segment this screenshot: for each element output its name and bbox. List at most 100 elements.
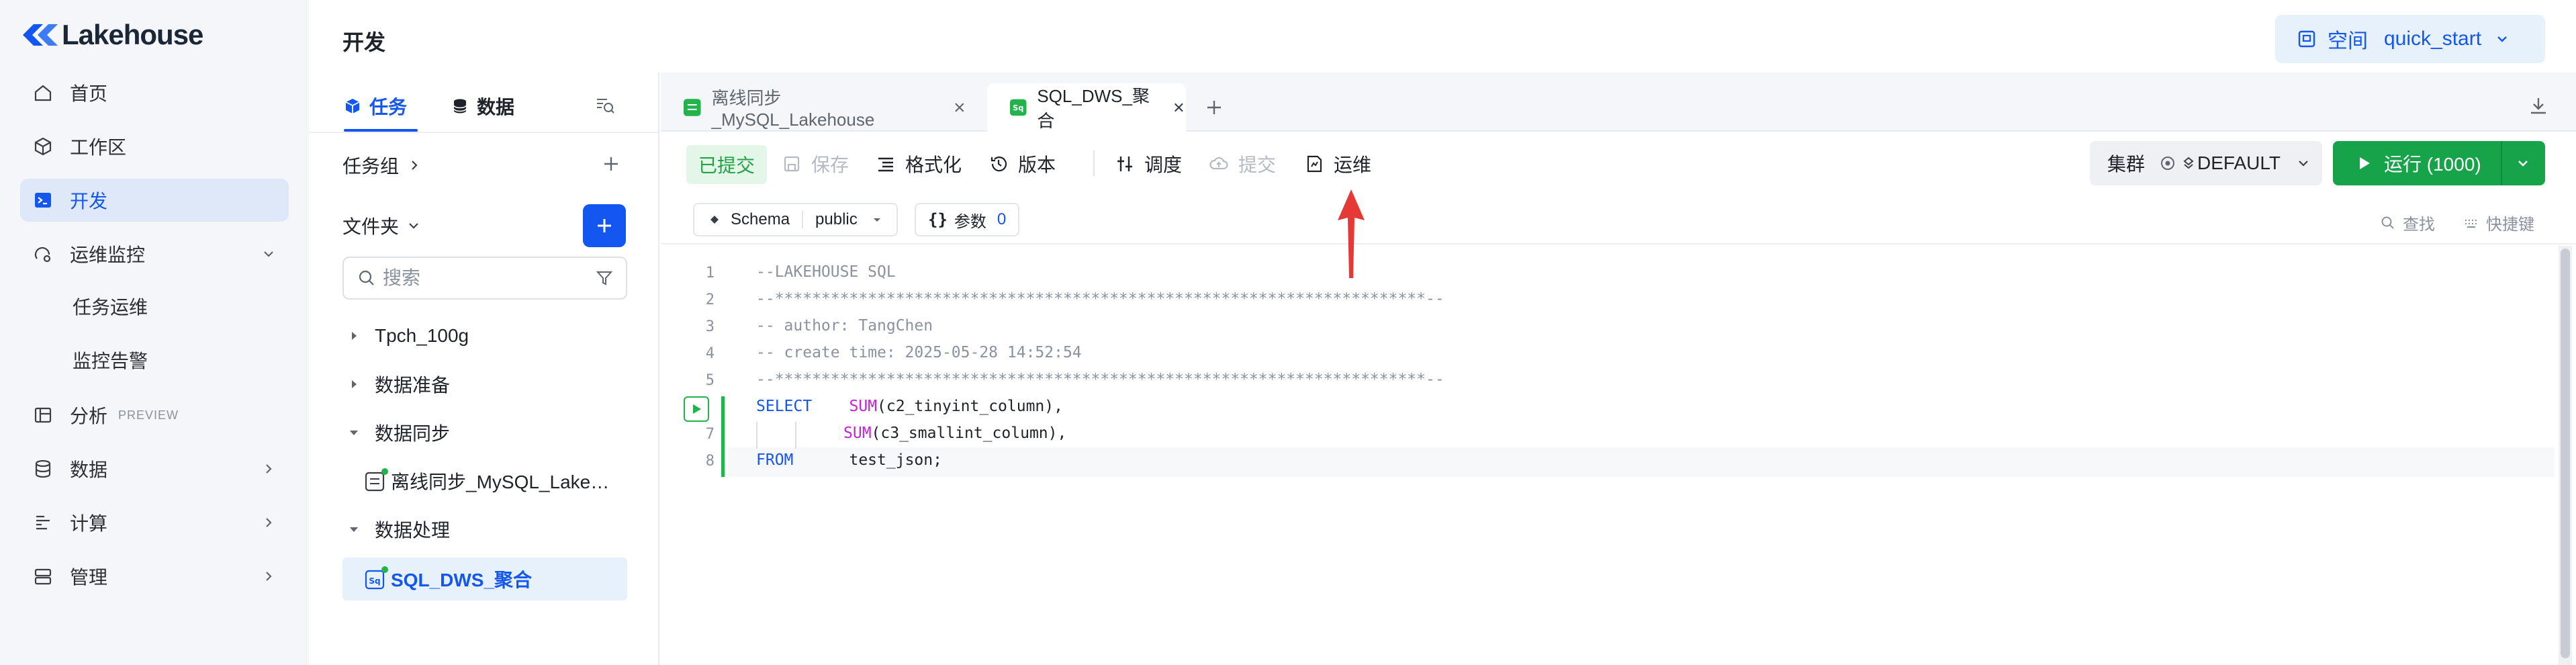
task-group-row[interactable]: 任务组 <box>342 152 423 179</box>
chevron-down-icon <box>264 251 273 257</box>
logo[interactable]: Lakehouse <box>20 16 203 54</box>
code-editor[interactable]: 1 2 3 4 5 7 8 --LAKEHOUSE SQL --********… <box>661 246 2576 665</box>
sql-task-icon: Sq <box>1009 99 1027 116</box>
code-line: -- create time: 2025-05-28 14:52:54 <box>756 344 1082 361</box>
save-icon <box>784 156 800 172</box>
chevron-right-icon <box>266 518 272 527</box>
terminal-icon <box>30 187 56 214</box>
add-tab-icon[interactable] <box>1202 95 1226 120</box>
tree-label: Tpch_100g <box>375 325 469 346</box>
nav-item-compute[interactable]: 计算 <box>20 501 289 544</box>
tree-folder-data-sync[interactable]: 数据同步 <box>342 411 627 454</box>
scrollbar-thumb[interactable] <box>2561 249 2570 658</box>
code-line: SELECT SUM(c2_tinyint_column), <box>756 398 1063 415</box>
status-dot <box>381 566 388 573</box>
indent-guide <box>795 422 796 449</box>
nav-item-monitor[interactable]: 运维监控 <box>20 232 289 275</box>
caret-right-icon <box>352 332 357 340</box>
download-icon[interactable] <box>2526 94 2550 118</box>
space-label: 空间 <box>2328 30 2368 52</box>
close-icon[interactable] <box>1172 100 1186 115</box>
keyboard-icon <box>2465 219 2477 228</box>
nav-item-develop[interactable]: 开发 <box>20 179 289 222</box>
ops-label: 运维 <box>1334 154 1372 175</box>
run-button[interactable]: 运行 (1000) <box>2333 141 2545 185</box>
chevron-right-icon <box>266 572 272 581</box>
ops-button[interactable]: 运维 <box>1304 149 1371 179</box>
nav-item-analysis[interactable]: 分析 PREVIEW <box>20 394 289 437</box>
caret-down-icon <box>350 431 358 435</box>
sql-keyword: FROM <box>756 451 794 469</box>
tree-folder-data-processing[interactable]: 数据处理 <box>342 508 627 551</box>
tab-data[interactable]: 数据 <box>451 91 514 121</box>
editor-scrollbar[interactable] <box>2559 246 2572 665</box>
search-input[interactable] <box>383 267 584 289</box>
cluster-value: DEFAULT <box>2197 152 2281 173</box>
tab-task[interactable]: 任务 <box>344 91 407 121</box>
save-button[interactable]: 保存 <box>782 149 849 179</box>
cluster-selector[interactable]: 集群 DEFAULT <box>2090 141 2322 185</box>
run-button-divider <box>2501 141 2502 185</box>
chevron-down-icon <box>2299 161 2308 167</box>
tree-folder-tpch[interactable]: Tpch_100g <box>342 314 627 357</box>
filter-search-icon[interactable] <box>594 94 616 117</box>
sql-function: SUM <box>843 425 872 442</box>
chevron-right-icon <box>412 161 418 170</box>
code-text: test_json; <box>849 451 942 469</box>
find-button[interactable]: 查找 <box>2380 211 2435 234</box>
line-number: 7 <box>705 426 715 443</box>
status-dot <box>381 468 388 475</box>
sql-function: SUM <box>849 398 878 415</box>
run-statement-button[interactable] <box>684 396 709 422</box>
folder-dropdown[interactable]: 文件夹 <box>342 212 422 239</box>
version-button[interactable]: 版本 <box>988 149 1056 179</box>
svg-text:Sq: Sq <box>1013 103 1023 113</box>
nav-item-label: 分析 <box>70 406 108 427</box>
space-selector[interactable]: 空间 quick_start <box>2275 15 2545 63</box>
submit-label: 提交 <box>1238 154 1277 175</box>
play-icon <box>693 404 701 414</box>
indent-guide <box>756 422 757 449</box>
nav-item-home[interactable]: 首页 <box>20 71 289 114</box>
close-icon[interactable] <box>952 100 967 115</box>
nav-sub-task-ops[interactable]: 任务运维 <box>73 286 148 329</box>
tree-label: 离线同步_MySQL_Lake… <box>391 472 610 492</box>
format-button[interactable]: 格式化 <box>876 149 962 179</box>
line-number: 4 <box>705 345 715 362</box>
nav-item-label: 开发 <box>70 191 108 212</box>
nav-item-data[interactable]: 数据 <box>20 447 289 490</box>
nav-item-manage[interactable]: 管理 <box>20 555 289 598</box>
monitor-icon <box>30 240 56 267</box>
editor-tab-offline-sync[interactable]: 离线同步_MySQL_Lakehouse <box>661 83 967 132</box>
tree-folder-data-prep[interactable]: 数据准备 <box>342 363 627 406</box>
shortcuts-label: 快捷键 <box>2486 216 2534 234</box>
nav-item-workspace[interactable]: 工作区 <box>20 125 289 168</box>
space-icon <box>2298 30 2315 48</box>
schedule-button[interactable]: 调度 <box>1115 149 1182 179</box>
line-number: 3 <box>705 318 715 335</box>
submit-button[interactable]: 提交 <box>1209 149 1276 179</box>
chevron-down-icon <box>2497 36 2507 42</box>
divider <box>802 211 804 228</box>
schema-selector[interactable]: Schema public <box>693 203 898 236</box>
caret-down-icon <box>350 527 358 532</box>
lakehouse-logo-icon <box>23 24 58 46</box>
create-button[interactable] <box>583 204 626 247</box>
tree-label: 数据准备 <box>375 375 451 396</box>
tree-item-offline-sync[interactable]: 离线同步_MySQL_Lake… <box>342 459 627 502</box>
space-value: quick_start <box>2384 28 2482 50</box>
shortcuts-button[interactable]: 快捷键 <box>2463 211 2534 234</box>
analysis-icon <box>30 402 56 429</box>
nav-sub-monitor-alert[interactable]: 监控告警 <box>73 340 148 383</box>
filter-icon[interactable] <box>595 269 614 287</box>
schema-icon <box>710 216 719 224</box>
run-options-chevron-icon[interactable] <box>2514 154 2532 172</box>
tree-item-sql-dws[interactable]: Sq SQL_DWS_聚合 <box>342 558 627 601</box>
editor-tab-sql-dws[interactable]: Sq SQL_DWS_聚合 <box>987 83 1186 132</box>
line-number: 2 <box>705 292 715 308</box>
add-task-group-icon[interactable] <box>598 150 625 177</box>
params-button[interactable]: {} 参数 0 <box>915 203 1020 236</box>
line-number: 1 <box>705 265 715 281</box>
tree-label: 数据同步 <box>375 423 451 444</box>
code-line: --**************************************… <box>756 290 1444 308</box>
